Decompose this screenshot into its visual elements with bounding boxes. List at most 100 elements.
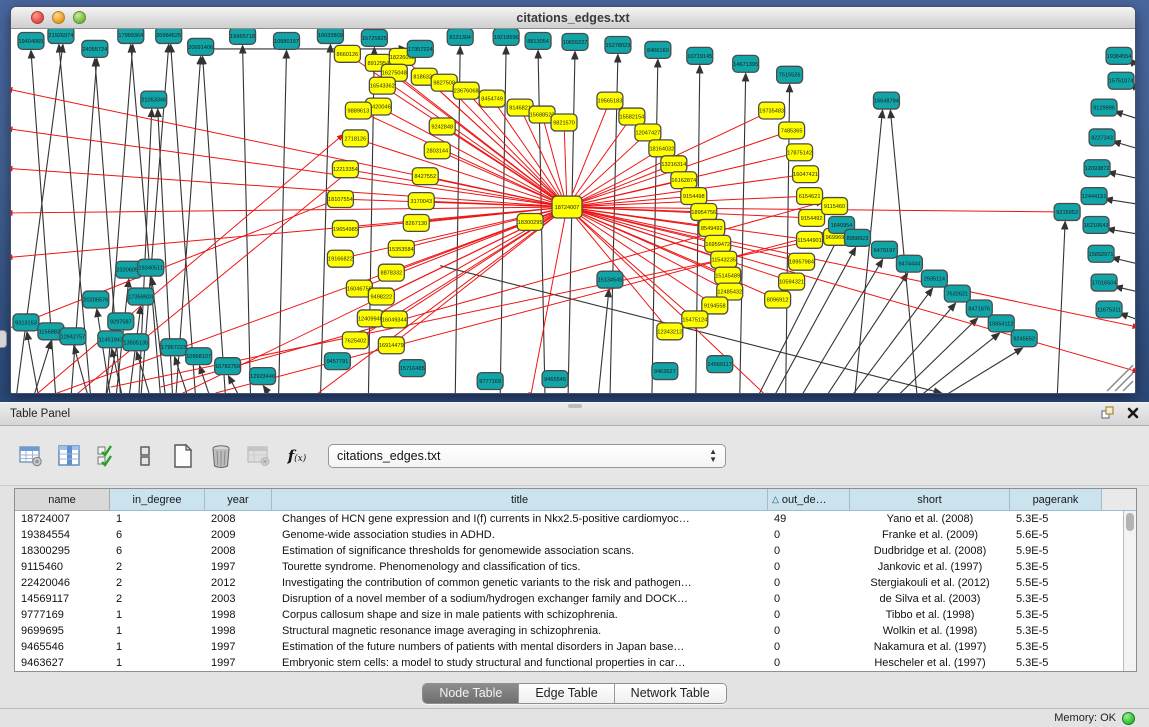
- network-select-dropdown[interactable]: citations_edges.txt ▲▼: [328, 444, 726, 468]
- scrollbar-thumb[interactable]: [1126, 513, 1134, 531]
- show-columns-button[interactable]: [52, 440, 86, 472]
- tab-network-table[interactable]: Network Table: [615, 684, 726, 703]
- graph-node[interactable]: 10719145: [687, 47, 713, 64]
- graph-node[interactable]: 19384554: [1106, 47, 1132, 64]
- graph-node[interactable]: 9154498: [681, 188, 707, 205]
- graph-node[interactable]: 12213354: [332, 161, 358, 178]
- table-row[interactable]: 946554611997Estimation of the future num…: [15, 639, 1136, 655]
- graph-node[interactable]: 23676068: [453, 82, 479, 99]
- graph-node[interactable]: 8454749: [479, 90, 505, 107]
- graph-node[interactable]: 19965718: [230, 29, 256, 44]
- graph-node[interactable]: 8813054: [525, 32, 551, 49]
- graph-node[interactable]: 9129996: [1091, 99, 1117, 116]
- graph-node[interactable]: 19654985: [332, 220, 358, 237]
- graph-node[interactable]: 15751074: [1108, 72, 1134, 89]
- network-window-titlebar[interactable]: citations_edges.txt: [11, 7, 1135, 29]
- table-row[interactable]: 969969511998Structural magnetic resonanc…: [15, 623, 1136, 639]
- graph-node[interactable]: 9474444: [896, 255, 922, 272]
- table-settings-button[interactable]: [14, 440, 48, 472]
- graph-node[interactable]: 19404065: [18, 32, 44, 49]
- graph-node[interactable]: 18954756: [691, 204, 717, 221]
- graph-node[interactable]: 18300295: [517, 213, 543, 230]
- graph-node[interactable]: 15278023: [605, 36, 631, 53]
- graph-node[interactable]: 15475124: [682, 311, 708, 328]
- graph-node[interactable]: 16049344: [381, 311, 407, 328]
- graph-node[interactable]: 9154492: [799, 210, 825, 227]
- graph-node[interactable]: 6479197: [871, 241, 897, 258]
- merge-rows-button[interactable]: [128, 440, 162, 472]
- graph-node[interactable]: 15145489: [715, 267, 741, 284]
- network-window[interactable]: citations_edges.txt 18724007866012689129…: [10, 6, 1136, 394]
- graph-node[interactable]: 16959472: [705, 235, 731, 252]
- graph-node[interactable]: 20206576: [83, 291, 109, 308]
- graph-node[interactable]: 13216314: [661, 156, 687, 173]
- graph-node[interactable]: 10958107: [186, 348, 212, 365]
- graph-node[interactable]: 7625402: [342, 332, 368, 349]
- graph-node[interactable]: 9465546: [542, 371, 568, 388]
- graph-node[interactable]: 11675311: [1096, 301, 1122, 318]
- graph-node[interactable]: 2718126: [342, 130, 368, 147]
- graph-node[interactable]: 17359924: [128, 288, 154, 305]
- graph-node[interactable]: 3170043: [408, 193, 434, 210]
- network-canvas[interactable]: 1872400786601268912954182260581627504816…: [11, 29, 1135, 393]
- graph-node[interactable]: 12942757: [60, 328, 86, 345]
- graph-node[interactable]: 16162874: [671, 172, 697, 189]
- table-row[interactable]: 946362711997Embryonic stem cells: a mode…: [15, 655, 1136, 671]
- graph-node[interactable]: 9457791: [324, 353, 350, 370]
- graph-node[interactable]: 13505135: [123, 334, 149, 351]
- graph-node[interactable]: 7485365: [779, 122, 805, 139]
- graph-node[interactable]: 9227343: [1089, 129, 1115, 146]
- new-document-button[interactable]: [166, 440, 200, 472]
- graph-node[interactable]: 9313153: [13, 314, 39, 331]
- graph-node[interactable]: 12444151: [1081, 188, 1107, 205]
- function-builder-button[interactable]: f(x): [280, 440, 314, 472]
- column-header-title[interactable]: title: [272, 489, 768, 511]
- table-row[interactable]: 1830029562008Estimation of significance …: [15, 543, 1136, 559]
- graph-node[interactable]: 15353584: [388, 240, 414, 257]
- graph-node[interactable]: 2935114: [921, 270, 947, 287]
- graph-node[interactable]: 16543362: [369, 77, 395, 94]
- graph-node[interactable]: 10594321: [779, 273, 805, 290]
- graph-node[interactable]: 15892971: [1088, 245, 1114, 262]
- graph-node[interactable]: 16033809: [317, 29, 343, 43]
- graph-node[interactable]: 19218596: [493, 29, 519, 45]
- graph-node[interactable]: 16782759: [215, 358, 241, 375]
- graph-node[interactable]: 8958923: [845, 229, 871, 246]
- graph-node[interactable]: 21053346: [141, 91, 167, 108]
- graph-node[interactable]: 8878332: [378, 264, 404, 281]
- close-window-button[interactable]: [31, 11, 44, 24]
- column-header-pagerank[interactable]: pagerank: [1010, 489, 1102, 511]
- graph-node[interactable]: 18164032: [649, 140, 675, 157]
- graph-node[interactable]: 20984525: [156, 29, 182, 43]
- delete-button[interactable]: [204, 440, 238, 472]
- graph-node[interactable]: 6154621: [797, 188, 823, 205]
- graph-node[interactable]: 11543235: [711, 251, 737, 268]
- graph-node[interactable]: 8471676: [966, 300, 992, 317]
- graph-node[interactable]: 9821570: [551, 114, 577, 131]
- graph-node[interactable]: 16914479: [378, 337, 404, 354]
- graph-node[interactable]: 14569117: [707, 356, 733, 373]
- graph-node[interactable]: 9297587: [108, 313, 134, 330]
- graph-node[interactable]: 14671395: [733, 55, 759, 72]
- panel-collapse-handle[interactable]: [0, 330, 7, 348]
- graph-node[interactable]: 17875142: [787, 144, 813, 161]
- resize-grip-icon[interactable]: [1107, 365, 1133, 391]
- table-row[interactable]: 977716911998Corpus callosum shape and si…: [15, 607, 1136, 623]
- graph-node[interactable]: 12409948: [357, 310, 383, 327]
- graph-node[interactable]: 15582154: [619, 108, 645, 125]
- graph-node[interactable]: 9463627: [652, 363, 678, 380]
- graph-node[interactable]: 19340511: [138, 259, 164, 276]
- graph-node[interactable]: 8096912: [765, 291, 791, 308]
- graph-node[interactable]: 19735483: [759, 102, 785, 119]
- splitter-handle[interactable]: [568, 404, 582, 408]
- graph-node[interactable]: 18724007: [552, 196, 582, 218]
- graph-node[interactable]: 16047421: [793, 166, 819, 183]
- graph-node[interactable]: 15725825: [361, 29, 387, 46]
- graph-node[interactable]: 15134545: [597, 271, 623, 288]
- graph-node[interactable]: 9242848: [429, 118, 455, 135]
- graph-node[interactable]: 10655227: [562, 33, 588, 50]
- graph-node[interactable]: 17016504: [1091, 274, 1117, 291]
- graph-node[interactable]: 20691406: [188, 38, 214, 55]
- vertical-scrollbar[interactable]: [1123, 511, 1136, 671]
- graph-node[interactable]: 17957223: [161, 339, 187, 356]
